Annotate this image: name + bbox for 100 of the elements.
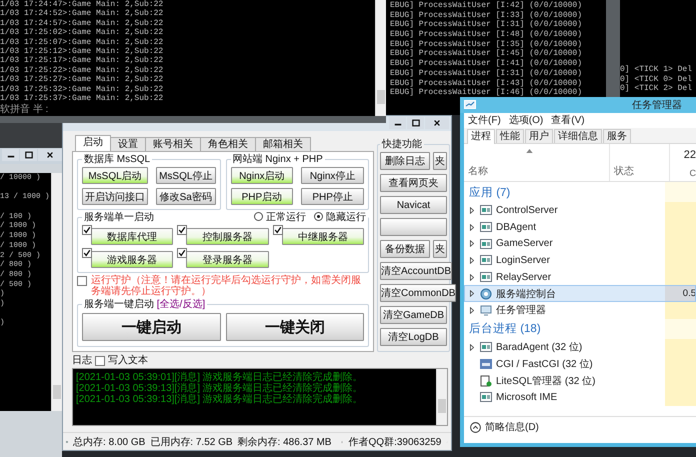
- scrollbar[interactable]: [436, 369, 447, 425]
- tab[interactable]: 进程: [467, 129, 495, 144]
- group-title: 应用 (7): [469, 186, 510, 200]
- menu-item[interactable]: 查看(V): [551, 115, 585, 126]
- scrollbar[interactable]: [375, 0, 386, 116]
- checkbox[interactable]: [177, 248, 188, 258]
- action-button[interactable]: PHP停止: [301, 188, 364, 205]
- checkbox[interactable]: [272, 225, 283, 235]
- close-icon[interactable]: [433, 119, 441, 127]
- blank-button[interactable]: [380, 218, 447, 236]
- menu-item[interactable]: 文件(F): [468, 115, 501, 126]
- radio-button[interactable]: [314, 212, 323, 221]
- process-row[interactable]: CGI / FastCGI (32 位): [464, 356, 696, 372]
- process-row[interactable]: BaradAgent (32 位): [464, 338, 696, 356]
- square-icon: [480, 358, 492, 370]
- console-line: EBUG] ProcessWaitUser [I:46] (0/0/10000): [390, 88, 584, 98]
- checkbox[interactable]: [77, 276, 87, 286]
- process-row[interactable]: LiteSQL管理器 (32 位): [464, 372, 696, 389]
- column-header[interactable]: C: [690, 168, 696, 178]
- quick-button[interactable]: 备份数据: [380, 240, 430, 258]
- checkbox[interactable]: [82, 248, 92, 258]
- cpu-cell: [665, 268, 696, 286]
- cpu-percent-text: 22: [684, 149, 696, 161]
- checkbox[interactable]: [82, 225, 92, 235]
- expand-arrow-icon[interactable]: [470, 274, 474, 281]
- tab[interactable]: 服务: [603, 129, 631, 143]
- quick-button[interactable]: 清空LogDB: [380, 328, 447, 346]
- folder-button[interactable]: 夹: [433, 152, 447, 170]
- action-button[interactable]: MsSQL启动: [82, 167, 148, 184]
- maximize-icon[interactable]: [412, 119, 420, 127]
- quick-button[interactable]: 清空GameDB: [380, 306, 447, 324]
- tab[interactable]: 用户: [525, 129, 553, 143]
- big-button[interactable]: 一键启动: [82, 313, 220, 341]
- maximize-icon[interactable]: [24, 151, 32, 159]
- file-icon: [480, 374, 492, 387]
- process-row[interactable]: DBAgent: [464, 218, 696, 236]
- process-name: 服务端控制台: [496, 288, 556, 301]
- server-button[interactable]: 中继服务器: [282, 228, 364, 245]
- console-line: 1/03 17:25:02>:Game Main: 2,Sub:22: [0, 28, 164, 38]
- checkbox[interactable]: [177, 225, 188, 235]
- window-icon: [480, 272, 492, 282]
- big-button[interactable]: 一键关闭: [226, 313, 364, 341]
- process-row[interactable]: ControlServer: [464, 202, 696, 219]
- console-line: 1/03 17:25:07>:Game Main: 2,Sub:22: [0, 38, 164, 47]
- tab[interactable]: 邮箱相关: [255, 137, 311, 151]
- radio-button[interactable]: [254, 212, 263, 221]
- tab[interactable]: 详细信息: [554, 129, 602, 143]
- action-button[interactable]: MsSQL停止: [156, 167, 216, 184]
- server-button[interactable]: 登录服务器: [186, 251, 269, 268]
- expand-arrow-icon[interactable]: [470, 306, 474, 314]
- collapse-icon[interactable]: [470, 422, 481, 432]
- tab[interactable]: 账号相关: [145, 137, 201, 151]
- menu-item[interactable]: 选项(O): [508, 115, 544, 126]
- checkbox[interactable]: [95, 356, 105, 366]
- scrollbar[interactable]: [51, 173, 62, 411]
- radio-label: 正常运行: [266, 212, 306, 223]
- column-header[interactable]: 状态: [614, 164, 634, 178]
- console-line: 0] <TICK 1> Del: [620, 64, 694, 75]
- action-button[interactable]: Nginx停止: [301, 167, 364, 184]
- process-row[interactable]: Microsoft IME: [464, 388, 696, 406]
- action-button[interactable]: 开启访问接口: [82, 188, 148, 205]
- process-row[interactable]: LoginServer: [464, 252, 696, 269]
- console-line: EBUG] ProcessWaitUser [I:31] (0/0/10000): [390, 20, 584, 30]
- server-button[interactable]: 控制服务器: [186, 228, 269, 245]
- quick-button[interactable]: 删除日志: [380, 152, 430, 170]
- tab[interactable]: 角色相关: [200, 137, 256, 151]
- cpu-cell: [665, 388, 696, 406]
- console-line: EBUG] ProcessWaitUser [I:42] (0/0/10000): [390, 1, 584, 11]
- tab[interactable]: 性能: [496, 129, 524, 143]
- process-row[interactable]: GameServer: [464, 235, 696, 252]
- expand-arrow-icon[interactable]: [470, 240, 474, 248]
- process-row[interactable]: RelayServer: [464, 268, 696, 286]
- quick-button[interactable]: Navicat: [380, 196, 447, 214]
- log-line: [2021-01-03 05:39:13][消息] 游戏服务端日志已经清除完成删除。: [76, 383, 364, 394]
- quick-button[interactable]: 查看网页夹: [380, 174, 447, 192]
- cpu-cell: [665, 318, 696, 339]
- action-button[interactable]: PHP启动: [230, 188, 294, 205]
- close-icon[interactable]: [46, 151, 54, 159]
- fewer-details-link[interactable]: 简略信息(D): [485, 420, 539, 434]
- tab[interactable]: 启动: [75, 135, 111, 151]
- sort-caret-icon[interactable]: [526, 149, 533, 153]
- expand-arrow-icon[interactable]: [470, 206, 474, 214]
- quick-button[interactable]: 清空CommonDB: [380, 284, 456, 302]
- quick-button[interactable]: 清空AccountDB: [380, 262, 452, 280]
- expand-arrow-icon[interactable]: [470, 256, 474, 264]
- log-line: [2021-01-03 05:39:01][消息] 游戏服务端日志已经清除完成删除。: [76, 372, 364, 383]
- tab[interactable]: 设置: [110, 137, 146, 151]
- select-all-link[interactable]: [全选/反选]: [154, 299, 206, 310]
- action-button[interactable]: Nginx启动: [230, 167, 294, 184]
- process-name: LiteSQL管理器 (32 位): [496, 374, 596, 388]
- expand-arrow-icon[interactable]: [470, 344, 474, 351]
- column-header[interactable]: 名称: [468, 164, 609, 178]
- server-button[interactable]: 数据库代理: [91, 228, 174, 245]
- action-button[interactable]: 修改Sa密码: [156, 188, 216, 205]
- folder-button[interactable]: 夹: [433, 240, 447, 258]
- process-name: DBAgent: [496, 222, 536, 233]
- expand-arrow-icon[interactable]: [470, 290, 474, 298]
- expand-arrow-icon[interactable]: [470, 224, 474, 231]
- server-button[interactable]: 游戏服务器: [91, 251, 174, 268]
- process-row[interactable]: 任务管理器: [464, 302, 696, 319]
